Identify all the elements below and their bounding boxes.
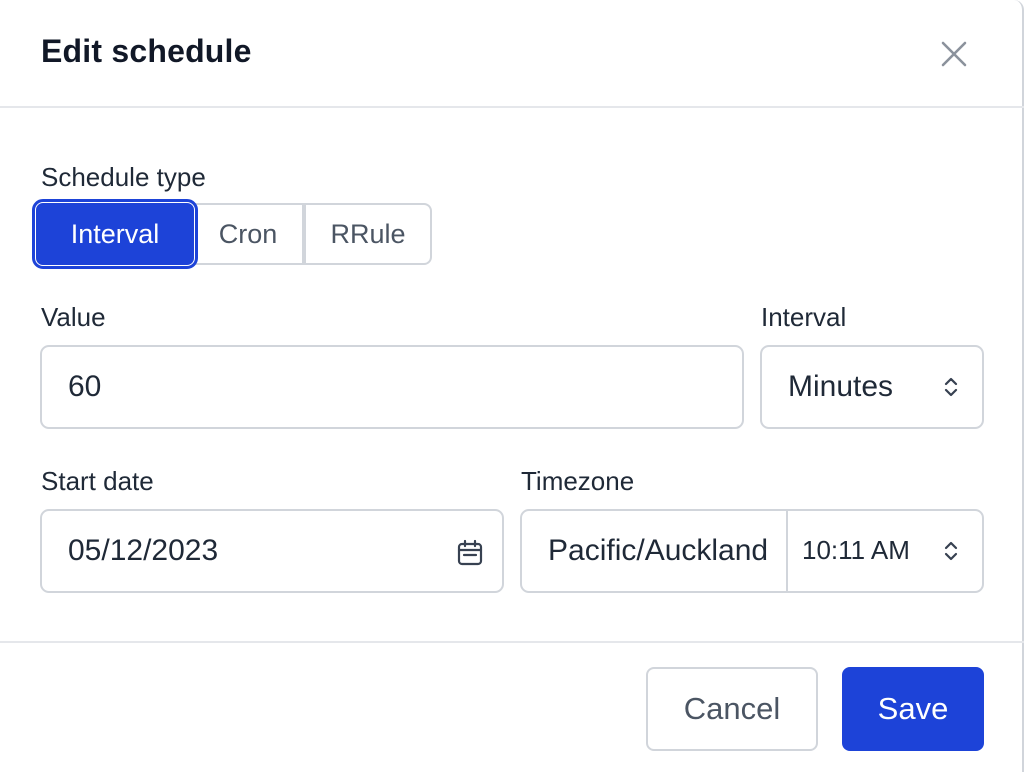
schedule-type-segmented-control: Interval Cron RRule xyxy=(32,199,432,269)
footer-divider xyxy=(0,641,1024,643)
timezone-zone-value: Pacific/Auckland xyxy=(548,534,769,567)
timezone-time-value: 10:11 AM xyxy=(802,535,910,565)
value-label: Value xyxy=(41,302,106,332)
interval-select-value: Minutes xyxy=(788,370,894,403)
schedule-type-interval-option[interactable]: Interval xyxy=(32,199,198,269)
interval-select[interactable]: Minutes xyxy=(760,345,984,429)
value-input-text: 60 xyxy=(68,370,102,403)
close-button[interactable] xyxy=(934,34,974,74)
chevron-updown-icon xyxy=(944,377,958,397)
timezone-divider xyxy=(786,511,788,591)
timezone-select[interactable]: Pacific/Auckland 10:11 AM xyxy=(520,509,984,593)
start-date-label: Start date xyxy=(41,466,154,496)
schedule-type-label: Schedule type xyxy=(41,162,206,192)
edit-schedule-dialog: Edit schedule Schedule type Interval Cro… xyxy=(0,0,1024,772)
dialog-header: Edit schedule xyxy=(0,0,1024,108)
interval-label: Interval xyxy=(761,302,847,332)
schedule-type-rrule-option[interactable]: RRule xyxy=(304,203,432,265)
chevron-updown-icon xyxy=(944,541,958,561)
start-date-value: 05/12/2023 xyxy=(68,534,219,567)
timezone-label: Timezone xyxy=(521,466,635,496)
save-button[interactable]: Save xyxy=(842,667,984,751)
dialog-title: Edit schedule xyxy=(41,33,252,69)
close-icon xyxy=(941,41,967,67)
calendar-icon[interactable] xyxy=(456,539,484,567)
schedule-type-cron-option[interactable]: Cron xyxy=(194,203,304,265)
start-date-input[interactable]: 05/12/2023 xyxy=(40,509,504,593)
value-input[interactable]: 60 xyxy=(40,345,744,429)
cancel-button[interactable]: Cancel xyxy=(646,667,818,751)
